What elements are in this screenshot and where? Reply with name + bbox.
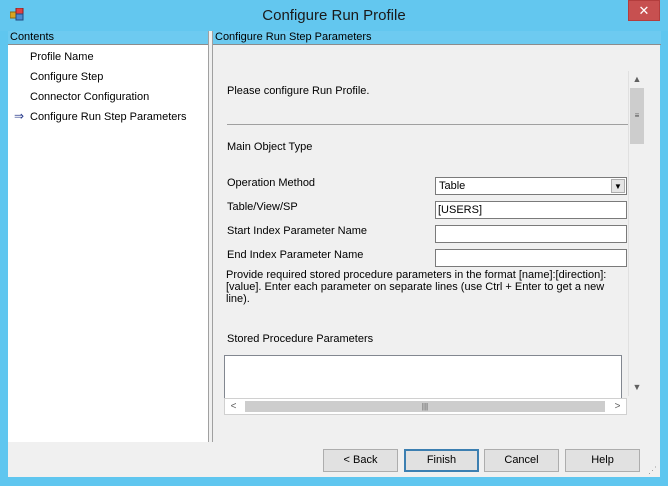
separator-line <box>227 124 629 125</box>
start-index-label: Start Index Parameter Name <box>227 225 368 237</box>
parameters-header: Configure Run Step Parameters <box>213 31 661 45</box>
resize-grip-icon[interactable]: ⋰ <box>648 465 658 475</box>
close-button[interactable]: ✕ <box>628 0 660 21</box>
stored-procedure-textarea[interactable] <box>224 355 622 399</box>
horizontal-scrollbar[interactable]: < ||| > <box>224 398 627 415</box>
nav-item-configure-run-step-parameters[interactable]: Configure Run Step Parameters <box>30 111 187 123</box>
current-step-arrow-icon: ⇒ <box>14 109 25 123</box>
start-index-input[interactable] <box>435 225 627 243</box>
main-object-type-label: Main Object Type <box>227 141 313 153</box>
parameters-pane: Configure Run Step Parameters Please con… <box>212 31 661 442</box>
operation-method-label: Operation Method <box>227 177 316 189</box>
scroll-down-icon[interactable]: ▼ <box>629 379 645 395</box>
table-view-sp-input[interactable]: [USERS] <box>435 201 627 219</box>
nav-item-connector-configuration[interactable]: Connector Configuration <box>30 91 149 103</box>
contents-pane: Contents Profile Name Configure Step Con… <box>8 31 209 442</box>
nav-item-profile-name[interactable]: Profile Name <box>30 51 94 63</box>
scroll-right-icon[interactable]: > <box>609 399 626 414</box>
nav-item-configure-step[interactable]: Configure Step <box>30 71 103 83</box>
cancel-button[interactable]: Cancel <box>484 449 559 472</box>
horizontal-scroll-thumb[interactable]: ||| <box>245 401 605 412</box>
table-view-sp-label: Table/View/SP <box>227 201 298 213</box>
dialog-client-area: Contents Profile Name Configure Step Con… <box>8 31 661 477</box>
stored-procedure-label: Stored Procedure Parameters <box>227 333 374 345</box>
vertical-scrollbar[interactable]: ▲ ≡ ▼ <box>628 71 645 396</box>
vertical-scroll-thumb[interactable]: ≡ <box>630 88 644 144</box>
button-bar: < Back Finish Cancel Help ⋰ <box>8 442 660 477</box>
back-button[interactable]: < Back <box>323 449 398 472</box>
finish-button[interactable]: Finish <box>404 449 479 472</box>
title-bar: Configure Run Profile ✕ <box>0 0 668 31</box>
operation-method-select[interactable]: Table ▼ <box>435 177 627 195</box>
parameters-help-text: Provide required stored procedure parame… <box>226 269 607 305</box>
intro-text: Please configure Run Profile. <box>227 85 370 97</box>
contents-header: Contents <box>8 31 208 45</box>
end-index-label: End Index Parameter Name <box>227 249 364 261</box>
chevron-down-icon[interactable]: ▼ <box>611 179 625 193</box>
end-index-input[interactable] <box>435 249 627 267</box>
window-title: Configure Run Profile <box>262 7 406 24</box>
scroll-up-icon[interactable]: ▲ <box>629 71 645 87</box>
scroll-left-icon[interactable]: < <box>225 399 242 414</box>
help-button[interactable]: Help <box>565 449 640 472</box>
operation-method-value: Table <box>439 180 466 192</box>
